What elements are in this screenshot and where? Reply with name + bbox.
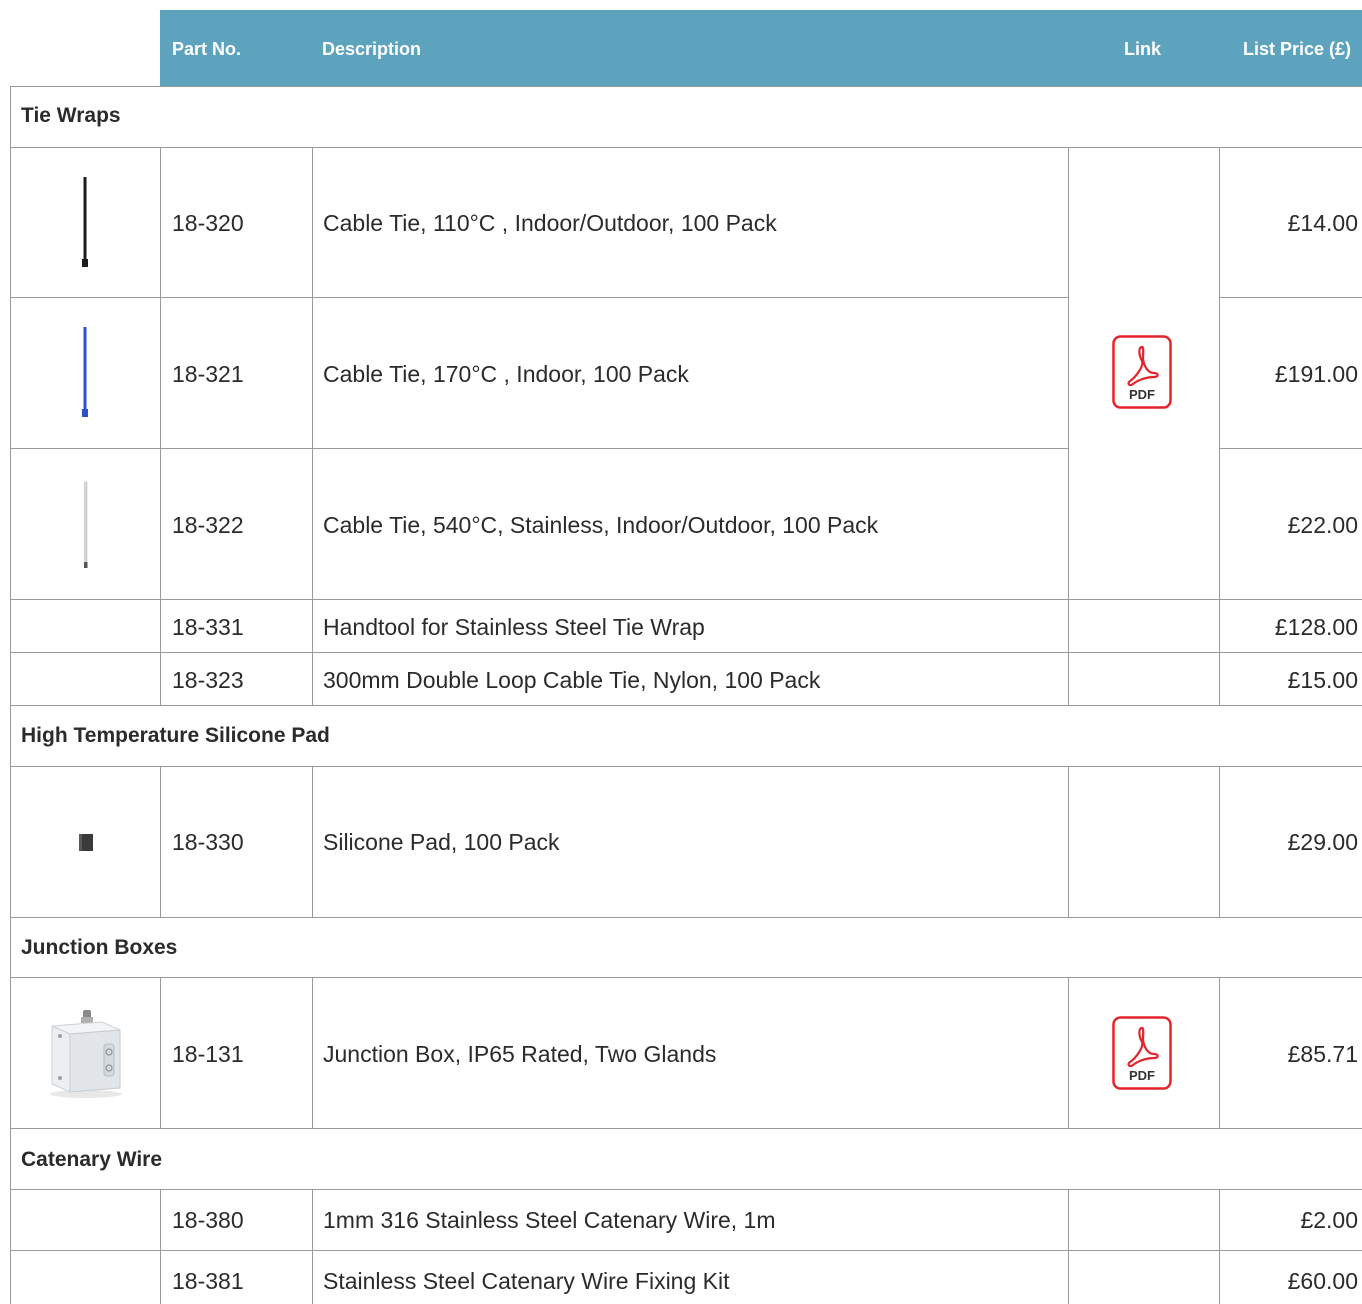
pdf-document-icon[interactable]: PDF <box>1112 1016 1172 1090</box>
part-number: 18-321 <box>172 361 244 387</box>
pdf-document-icon[interactable]: PDF <box>1112 335 1172 409</box>
svg-text:PDF: PDF <box>1129 387 1155 402</box>
header-part-no: Part No. <box>172 39 242 59</box>
header-description: Description <box>322 39 422 59</box>
part-number: 18-320 <box>172 210 244 236</box>
description: 1mm 316 Stainless Steel Catenary Wire, 1… <box>323 1207 776 1233</box>
part-number: 18-322 <box>172 512 244 538</box>
price: £60.00 <box>1287 1268 1358 1294</box>
description: Handtool for Stainless Steel Tie Wrap <box>323 614 705 640</box>
description: Cable Tie, 110°C , Indoor/Outdoor, 100 P… <box>323 210 777 236</box>
junction-box-thumbnail <box>50 1010 122 1098</box>
blue-cable-tie-thumbnail <box>82 327 88 417</box>
table-header: Part No. Description Link List Price (£) <box>160 10 1362 86</box>
price: £14.00 <box>1287 210 1358 236</box>
part-number: 18-131 <box>172 1041 244 1067</box>
stainless-cable-tie-thumbnail <box>84 481 88 568</box>
category-tie-wraps: Tie Wraps <box>21 104 121 127</box>
part-number: 18-330 <box>172 829 244 855</box>
description: 300mm Double Loop Cable Tie, Nylon, 100 … <box>323 667 821 693</box>
header-link: Link <box>1124 39 1162 59</box>
black-cable-tie-thumbnail <box>82 177 88 267</box>
price: £191.00 <box>1274 361 1358 387</box>
price: £29.00 <box>1287 829 1358 855</box>
silicone-pad-thumbnail <box>79 834 93 851</box>
part-number: 18-331 <box>172 614 244 640</box>
part-number: 18-323 <box>172 667 244 693</box>
part-number: 18-381 <box>172 1268 244 1294</box>
price: £85.71 <box>1287 1041 1358 1067</box>
category-junction-boxes: Junction Boxes <box>21 936 178 959</box>
description: Silicone Pad, 100 Pack <box>323 829 560 855</box>
price: £2.00 <box>1300 1207 1358 1233</box>
header-list-price: List Price (£) <box>1243 39 1352 59</box>
part-number: 18-380 <box>172 1207 244 1233</box>
category-silicone-pad: High Temperature Silicone Pad <box>21 724 330 747</box>
svg-text:PDF: PDF <box>1129 1068 1155 1083</box>
description: Junction Box, IP65 Rated, Two Glands <box>323 1041 717 1067</box>
description: Stainless Steel Catenary Wire Fixing Kit <box>323 1268 730 1294</box>
category-catenary-wire: Catenary Wire <box>21 1148 163 1171</box>
price: £15.00 <box>1287 667 1358 693</box>
price: £128.00 <box>1274 614 1358 640</box>
description: Cable Tie, 540°C, Stainless, Indoor/Outd… <box>323 512 879 538</box>
description: Cable Tie, 170°C , Indoor, 100 Pack <box>323 361 689 387</box>
price: £22.00 <box>1287 512 1358 538</box>
